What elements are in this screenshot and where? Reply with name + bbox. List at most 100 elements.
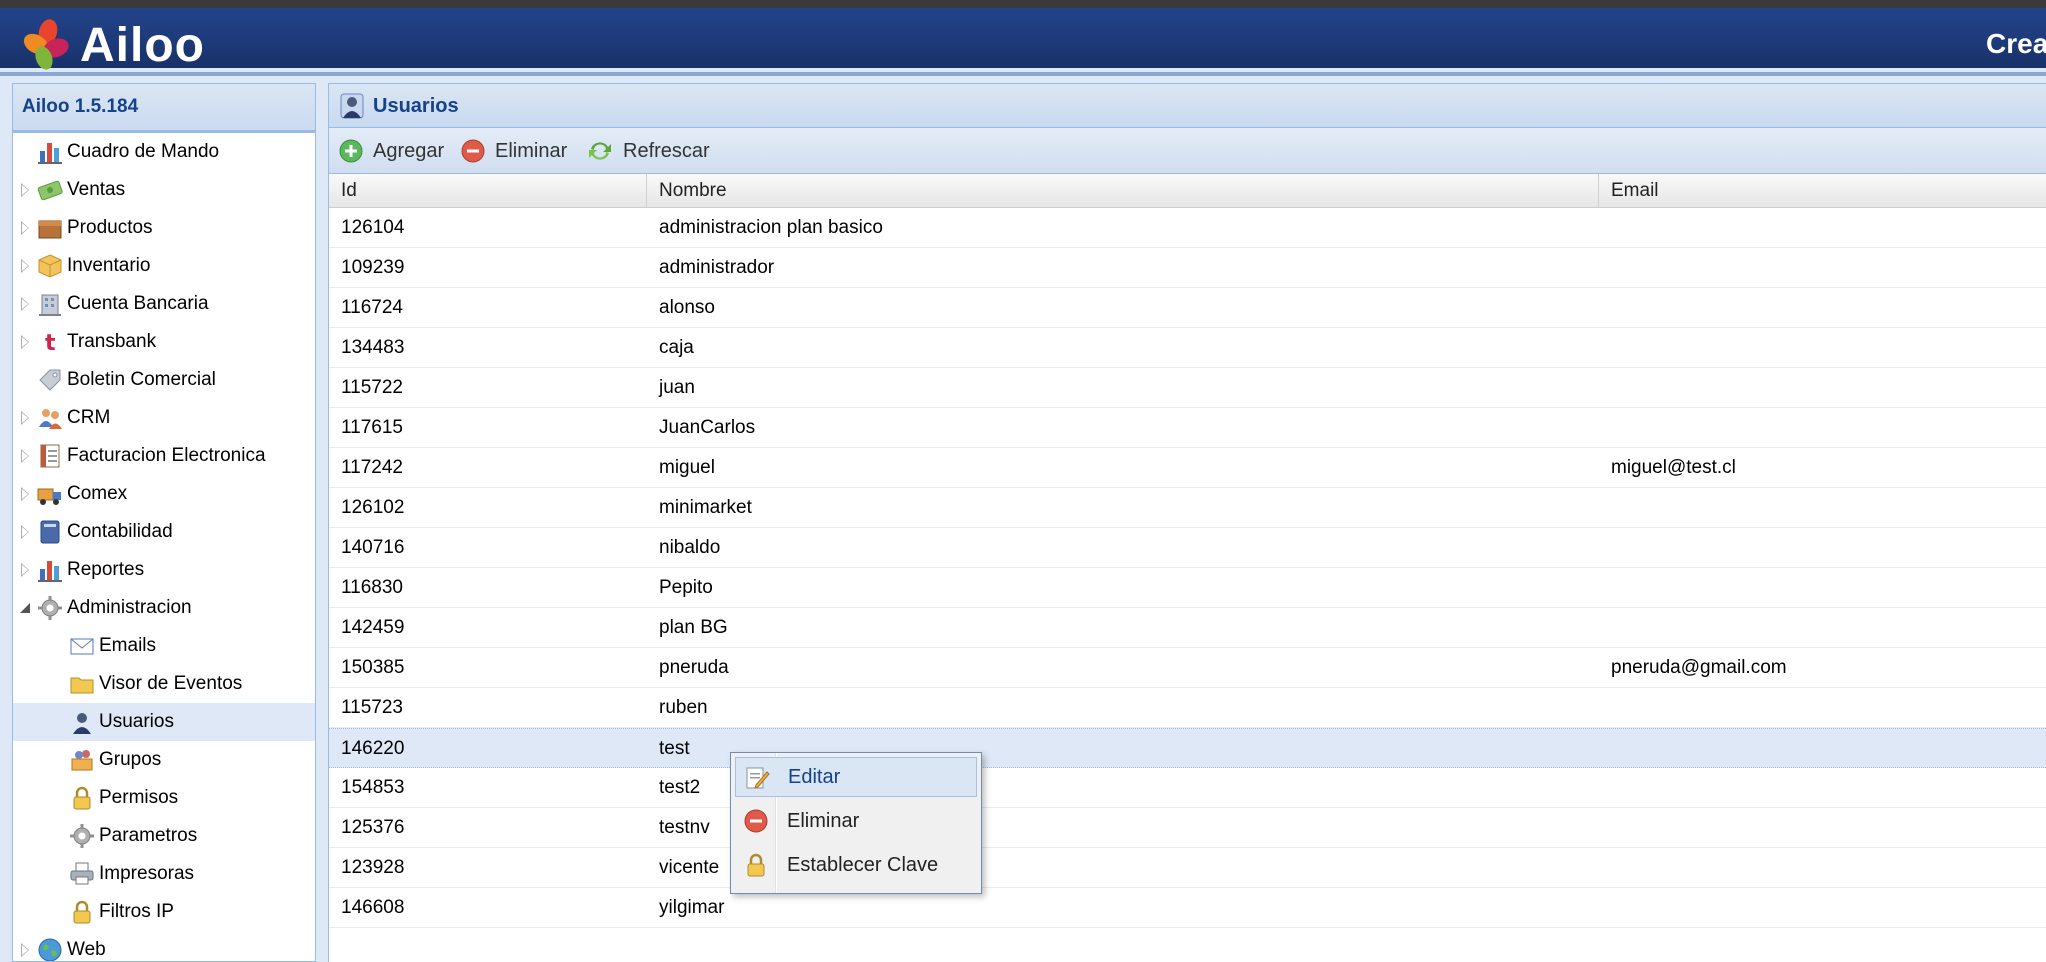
header-divider <box>0 72 2046 76</box>
sidebar-item-cuadro-de-mando[interactable]: Cuadro de Mando <box>13 133 315 171</box>
cell-nombre: juan <box>659 377 695 398</box>
cell-email <box>1599 328 2046 368</box>
table-row[interactable]: 134483 caja <box>329 328 2046 368</box>
sidebar-item-parametros[interactable]: Parametros <box>13 817 315 855</box>
table-row[interactable]: 116724 alonso <box>329 288 2046 328</box>
refresh-button-label: Refrescar <box>623 139 710 162</box>
table-row[interactable]: 116830 Pepito <box>329 568 2046 608</box>
cell-nombre: yilgimar <box>659 897 725 918</box>
table-row[interactable]: 123928 vicente <box>329 848 2046 888</box>
cell-id: 115723 <box>341 697 403 718</box>
cell-nombre: minimarket <box>659 497 752 518</box>
table-row[interactable]: 126104 administracion plan basico <box>329 208 2046 248</box>
sidebar-item-inventario[interactable]: Inventario <box>13 247 315 285</box>
sidebar-item-web[interactable]: Web <box>13 931 315 961</box>
sidebar-item-impresoras[interactable]: Impresoras <box>13 855 315 893</box>
column-header-nombre[interactable]: Nombre <box>647 174 1599 208</box>
sidebar-item-visor-de-eventos[interactable]: Visor de Eventos <box>13 665 315 703</box>
sidebar-item-label: Comex <box>67 483 128 504</box>
table-row[interactable]: 115722 juan <box>329 368 2046 408</box>
expand-arrow-icon[interactable] <box>21 259 29 273</box>
context-menu-item-label: Establecer Clave <box>787 853 939 876</box>
edit-icon <box>746 767 770 789</box>
table-row[interactable]: 115723 ruben <box>329 688 2046 728</box>
expand-arrow-icon[interactable] <box>21 563 29 577</box>
cell-email <box>1599 888 2046 928</box>
expand-arrow-icon[interactable] <box>21 221 29 235</box>
cell-email <box>1599 808 2046 848</box>
cell-nombre: alonso <box>659 297 715 318</box>
table-row[interactable]: 117242 miguel miguel@test.cl <box>329 448 2046 488</box>
expand-arrow-icon[interactable] <box>21 525 29 539</box>
sidebar-item-label: Usuarios <box>99 711 174 732</box>
sidebar-item-productos[interactable]: Productos <box>13 209 315 247</box>
cell-nombre: caja <box>659 337 694 358</box>
sidebar-item-label: Cuadro de Mando <box>67 141 220 162</box>
sidebar-item-reportes[interactable]: Reportes <box>13 551 315 589</box>
cell-id: 116724 <box>341 297 403 318</box>
expand-arrow-icon[interactable] <box>21 449 29 463</box>
cell-id: 125376 <box>341 817 405 838</box>
envelope-icon <box>70 638 94 655</box>
cell-nombre: miguel <box>659 457 715 478</box>
table-row[interactable]: 117615 JuanCarlos <box>329 408 2046 448</box>
expand-arrow-icon[interactable] <box>21 411 29 425</box>
sidebar-item-usuarios[interactable]: Usuarios <box>13 703 315 741</box>
table-row[interactable]: 146608 yilgimar <box>329 888 2046 928</box>
column-header-email[interactable]: Email <box>1599 174 2046 208</box>
navigation-sidebar: Ailoo 1.5.184 Cuadro de Mando Ventas Produ… <box>12 83 316 962</box>
sidebar-item-crm[interactable]: CRM <box>13 399 315 437</box>
context-menu-item-establecer-clave[interactable]: Establecer Clave <box>735 845 977 885</box>
refresh-button[interactable]: Refrescar <box>587 128 710 174</box>
table-row[interactable]: 146220 test <box>329 728 2046 768</box>
expand-arrow-icon[interactable] <box>21 335 29 349</box>
sidebar-item-label: Visor de Eventos <box>99 673 243 694</box>
expand-arrow-icon[interactable] <box>21 297 29 311</box>
context-menu-item-eliminar[interactable]: Eliminar <box>735 801 977 841</box>
table-row[interactable]: 126102 minimarket <box>329 488 2046 528</box>
panel-title: Usuarios <box>373 95 459 117</box>
sidebar-item-contabilidad[interactable]: Contabilidad <box>13 513 315 551</box>
expand-arrow-icon[interactable] <box>21 943 29 957</box>
context-menu-item-editar[interactable]: Editar <box>735 757 977 797</box>
sidebar-item-emails[interactable]: Emails <box>13 627 315 665</box>
sidebar-item-cuenta-bancaria[interactable]: Cuenta Bancaria <box>13 285 315 323</box>
sidebar-item-filtros-ip[interactable]: Filtros IP <box>13 893 315 931</box>
header-right-text: Crea <box>1986 28 2046 59</box>
sidebar-item-label: Administracion <box>67 597 192 618</box>
tag-icon <box>39 369 61 391</box>
sidebar-item-permisos[interactable]: Permisos <box>13 779 315 817</box>
table-row[interactable]: 154853 test2 <box>329 768 2046 808</box>
add-button[interactable]: Agregar <box>339 128 444 174</box>
chart-bars-icon <box>38 143 62 164</box>
expand-arrow-icon[interactable] <box>21 487 29 501</box>
sidebar-item-label: Parametros <box>99 825 198 846</box>
table-row[interactable]: 142459 plan BG <box>329 608 2046 648</box>
sidebar-item-comex[interactable]: Comex <box>13 475 315 513</box>
bank-building-icon <box>39 294 61 316</box>
sidebar-item-grupos[interactable]: Grupos <box>13 741 315 779</box>
group-icon <box>71 750 93 771</box>
sidebar-item-label: Productos <box>67 217 153 238</box>
cell-id: 126102 <box>341 497 405 518</box>
table-row[interactable]: 150385 pneruda pneruda@gmail.com <box>329 648 2046 688</box>
sidebar-item-boletin-comercial[interactable]: Boletin Comercial <box>13 361 315 399</box>
sidebar-item-transbank[interactable]: t Transbank <box>13 323 315 361</box>
cell-id: 134483 <box>341 337 405 358</box>
cell-email <box>1599 768 2046 808</box>
column-header-id[interactable]: Id <box>329 174 647 208</box>
cell-id: 116830 <box>341 577 403 598</box>
collapse-arrow-icon[interactable] <box>20 603 30 613</box>
sidebar-item-label: Web <box>67 939 106 960</box>
table-row[interactable]: 140716 nibaldo <box>329 528 2046 568</box>
table-row[interactable]: 125376 testnv <box>329 808 2046 848</box>
sidebar-item-ventas[interactable]: Ventas <box>13 171 315 209</box>
sidebar-item-facturacion-electronica[interactable]: Facturacion Electronica <box>13 437 315 475</box>
transbank-icon: t <box>45 331 56 355</box>
sidebar-item-administracion[interactable]: Administracion <box>13 589 315 627</box>
cell-email: pneruda@gmail.com <box>1611 657 1787 678</box>
table-row[interactable]: 109239 administrador <box>329 248 2046 288</box>
sidebar-item-label: Transbank <box>67 331 157 352</box>
delete-button[interactable]: Eliminar <box>461 128 567 174</box>
expand-arrow-icon[interactable] <box>21 183 29 197</box>
